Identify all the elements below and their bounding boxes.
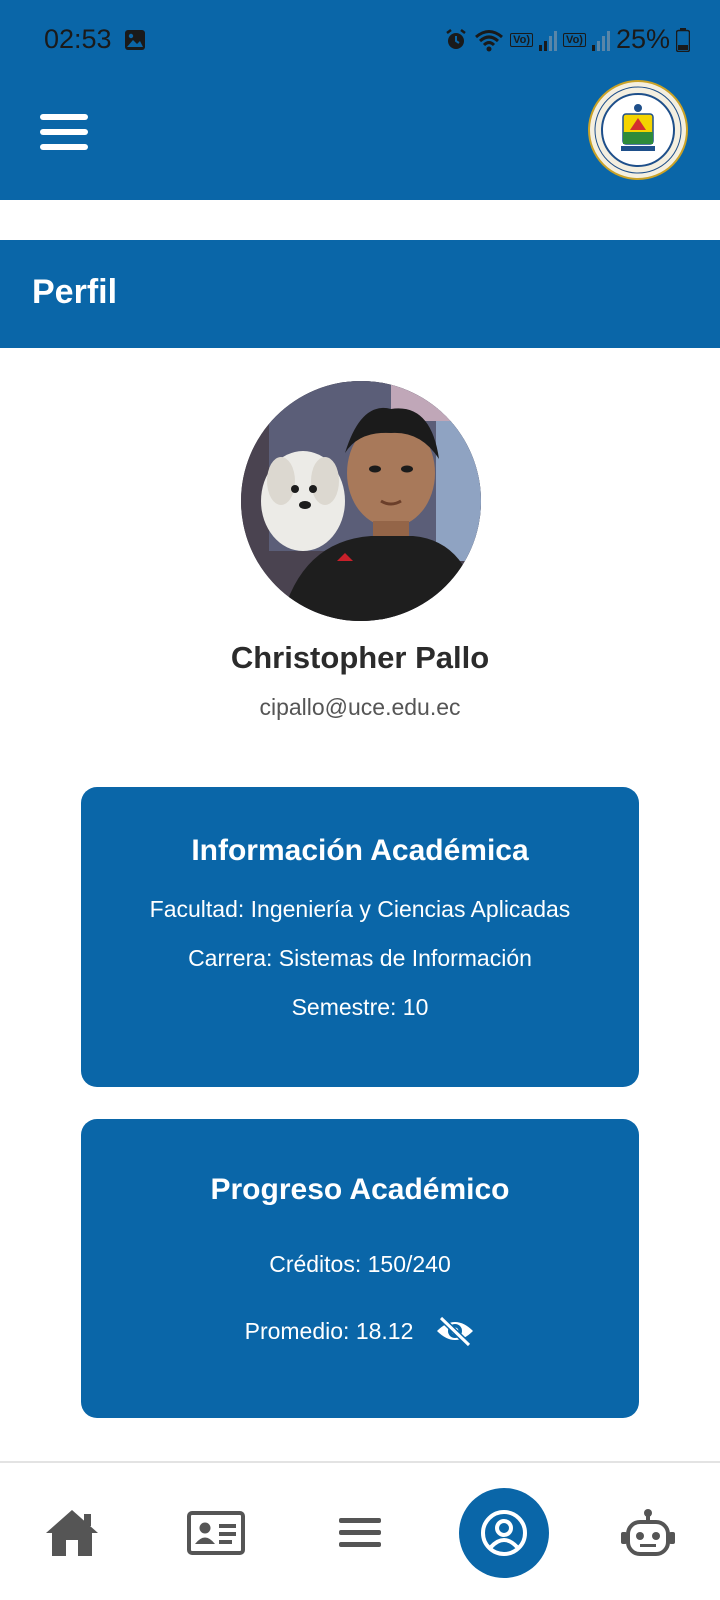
home-icon (46, 1509, 98, 1556)
nav-profile[interactable] (454, 1463, 554, 1600)
faculty-text: Facultad: Ingeniería y Ciencias Aplicada… (149, 896, 571, 922)
nav-id-card[interactable] (166, 1463, 266, 1600)
volte-signal-icon: Vo) (563, 32, 586, 47)
gallery-icon (125, 30, 145, 50)
academic-progress-card: Progreso Académico Créditos: 150/240 Pro… (81, 1119, 639, 1418)
nav-active-indicator (459, 1487, 549, 1578)
average-row: Promedio: 18.12 (81, 1315, 639, 1347)
academic-info-title: Información Académica (191, 834, 529, 867)
signal-strength-icon (591, 29, 610, 51)
profile-icon (481, 1509, 527, 1556)
id-card-icon (187, 1510, 245, 1555)
nav-chatbot[interactable] (598, 1463, 698, 1600)
battery-icon (676, 27, 690, 52)
career-text: Carrera: Sistemas de Información (188, 945, 532, 971)
nav-home[interactable] (22, 1463, 122, 1600)
eye-off-icon[interactable] (435, 1315, 475, 1347)
average-text: Promedio: 18.12 (244, 1317, 414, 1344)
semester-text: Semestre: 10 (291, 994, 429, 1020)
section-header: Perfil (0, 240, 720, 348)
user-name: Christopher Pallo (230, 640, 490, 675)
profile-photo (241, 381, 481, 621)
nav-menu[interactable] (310, 1463, 410, 1600)
status-bar: 02:53 Vo) Vo) 25% (0, 0, 720, 80)
app-bar (0, 80, 720, 200)
bottom-navigation (0, 1461, 720, 1600)
battery-percent: 25% (615, 24, 670, 54)
menu-icon (339, 1517, 381, 1547)
credits-text: Créditos: 150/240 (269, 1251, 451, 1277)
university-seal-logo (588, 80, 688, 180)
wifi-icon (475, 29, 504, 51)
user-email: cipallo@uce.edu.ec (259, 694, 461, 720)
menu-button[interactable] (40, 114, 88, 150)
robot-icon (621, 1508, 675, 1556)
academic-info-card: Información Académica Facultad: Ingenier… (81, 787, 639, 1087)
status-icons: Vo) Vo) 25% (444, 24, 690, 55)
avatar[interactable] (241, 381, 481, 621)
volte-signal-icon: Vo) (510, 32, 534, 47)
menu-icon-bar (40, 114, 88, 120)
menu-icon-bar (40, 144, 88, 150)
academic-progress-title: Progreso Académico (210, 1173, 510, 1206)
menu-icon-bar (40, 129, 88, 135)
status-time: 02:53 (44, 24, 112, 54)
page-title: Perfil (32, 273, 118, 311)
signal-strength-icon (539, 29, 558, 51)
alarm-icon (446, 28, 466, 49)
